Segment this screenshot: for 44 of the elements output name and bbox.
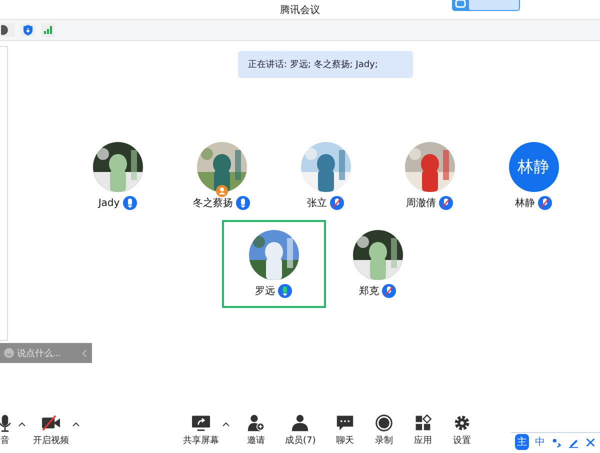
- participant-tile[interactable]: 张立: [274, 132, 378, 220]
- window-title: 腾讯会议: [280, 4, 320, 16]
- ime-mode[interactable]: 中: [535, 435, 545, 449]
- participant-name: 林静: [515, 196, 535, 210]
- chat-icon: [334, 414, 355, 432]
- chat-button[interactable]: 聊天: [332, 414, 358, 447]
- invite-button[interactable]: 邀请: [243, 414, 269, 447]
- participant-tile[interactable]: Jady: [66, 132, 170, 220]
- caret-icon[interactable]: [72, 420, 80, 426]
- members-button[interactable]: 成员(7): [282, 414, 319, 447]
- participant-name: Jady: [98, 198, 120, 208]
- signal-icon[interactable]: [41, 23, 55, 37]
- chat-input[interactable]: 说点什么...: [17, 348, 79, 358]
- apps-button[interactable]: 应用: [410, 414, 436, 447]
- participant-name: 张立: [307, 196, 327, 210]
- mic-button[interactable]: 音: [0, 414, 18, 447]
- avatar: 林静: [508, 142, 558, 192]
- speaking-banner: 正在讲话: 罗远; 冬之蔡扬; Jady;: [238, 51, 413, 78]
- shield-icon[interactable]: [21, 23, 35, 37]
- participant-tile[interactable]: 罗远: [222, 220, 326, 308]
- participant-name: 郑克: [359, 284, 379, 298]
- record-icon: [374, 414, 394, 432]
- ime-logo[interactable]: 主: [515, 434, 529, 450]
- share-button[interactable]: 共享屏幕: [180, 414, 222, 447]
- members-icon: [290, 414, 310, 432]
- upload-button[interactable]: [452, 0, 520, 12]
- video-off-button[interactable]: 开启视频: [30, 414, 72, 447]
- participant-name: 冬之蔡扬: [193, 196, 233, 210]
- participant-tile[interactable]: 周澈倩: [378, 132, 482, 220]
- status-icon[interactable]: [1, 23, 15, 37]
- share-screen-icon: [191, 414, 211, 432]
- participant-tile[interactable]: 冬之蔡扬: [170, 132, 274, 220]
- chat-field[interactable]: 说点什么...: [0, 343, 92, 363]
- record-button[interactable]: 录制: [370, 414, 397, 447]
- caret-icon[interactable]: [222, 420, 230, 426]
- participant-tile[interactable]: 林静 林静: [482, 132, 586, 220]
- participant-name: 周澈倩: [406, 196, 436, 210]
- participant-tile[interactable]: 郑克: [326, 220, 430, 308]
- punctuation-icon[interactable]: [551, 436, 562, 448]
- video-off-icon: [41, 414, 61, 432]
- invite-icon: [246, 414, 266, 432]
- participant-name: 罗远: [255, 285, 275, 298]
- settings-button[interactable]: 设置: [448, 414, 475, 447]
- caret-icon[interactable]: [18, 420, 26, 426]
